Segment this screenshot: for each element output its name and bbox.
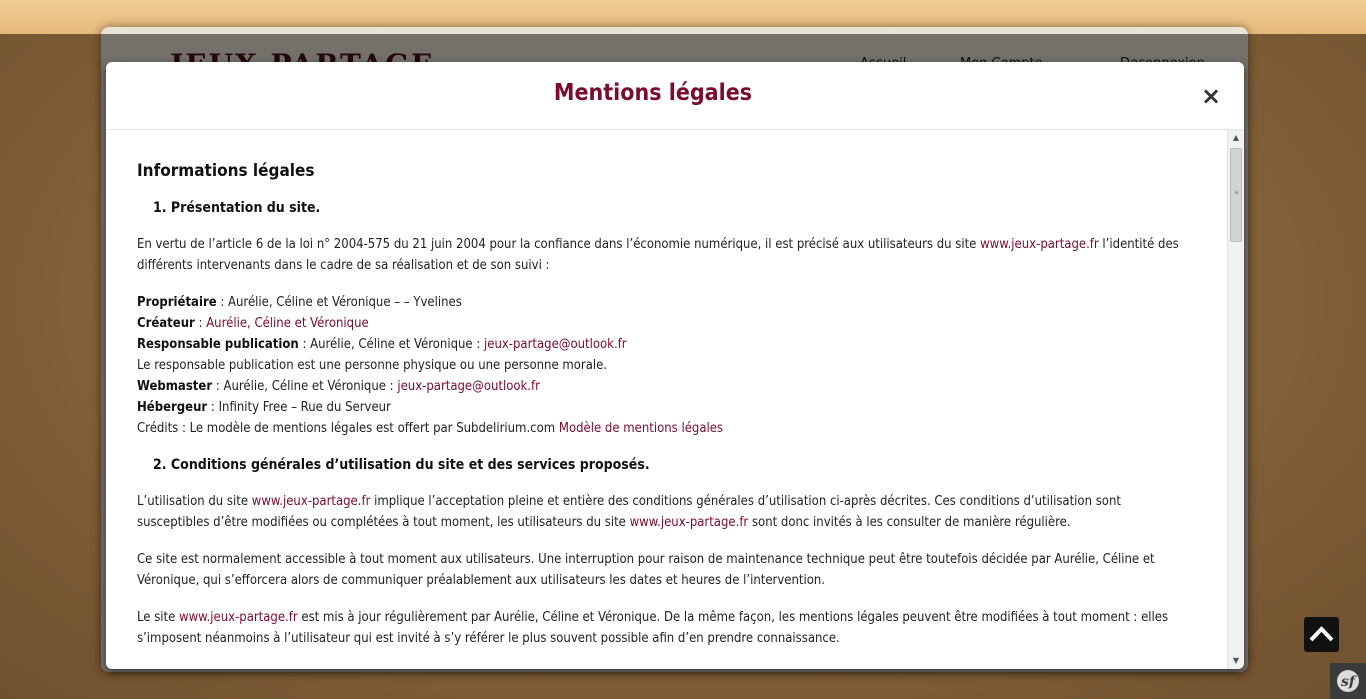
legal-modal: Mentions légales × Informations légales … [106,62,1244,669]
credits-text: Crédits : Le modèle de mentions légales … [137,421,559,436]
proprietaire-label: Propriétaire [137,295,217,310]
legal-heading: Informations légales [137,161,315,181]
proprietaire-value: : Aurélie, Céline et Véronique – – Yveli… [216,295,462,310]
modal-body[interactable]: Informations légales 1. Présentation du … [106,130,1228,669]
hebergeur-value: : Infinity Free – Rue du Serveur [207,400,391,415]
site-link[interactable]: www.jeux-partage.fr [630,515,749,530]
createur-sep: : [194,316,207,331]
back-to-top-button[interactable] [1304,617,1339,652]
legal-content: Informations légales 1. Présentation du … [106,130,1228,649]
credits-link[interactable]: Modèle de mentions légales [559,421,723,436]
webmaster-value: : Aurélie, Céline et Véronique : [212,379,398,394]
text-span: sont donc invités à les consulter de man… [748,515,1071,530]
modal-scrollbar[interactable]: ▲ ≡ ▼ [1227,130,1244,669]
section-title-presentation: 1. Présentation du site. [153,200,321,216]
modal-title: Mentions légales [553,80,753,106]
intro-paragraph: En vertu de l’article 6 de la loi n° 200… [137,234,1196,276]
scroll-up-arrow-icon[interactable]: ▲ [1228,130,1244,146]
grip-icon: ≡ [1234,189,1240,196]
chevron-up-icon [1309,626,1334,642]
responsable-label: Responsable publication [137,337,299,352]
responsable-note: Le responsable publication est une perso… [137,358,608,373]
site-link[interactable]: www.jeux-partage.fr [252,494,371,509]
section-title-conditions: 2. Conditions générales d’utilisation du… [153,457,650,473]
webmaster-label: Webmaster [137,379,213,394]
hebergeur-label: Hébergeur [137,400,208,415]
symfony-toolbar-toggle[interactable]: sf [1330,663,1366,699]
responsable-value: : Aurélie, Céline et Véronique : [298,337,484,352]
conditions-paragraph-2: Ce site est normalement accessible à tou… [137,552,1155,588]
createur-label: Créateur [137,316,195,331]
site-link[interactable]: www.jeux-partage.fr [179,610,298,625]
responsable-email-link[interactable]: jeux-partage@outlook.fr [484,337,627,352]
intervenants-block: Propriétaire : Aurélie, Céline et Véroni… [137,292,1196,439]
site-link[interactable]: www.jeux-partage.fr [980,237,1099,252]
modal-header: Mentions légales × [106,62,1244,130]
createur-link[interactable]: Aurélie, Céline et Véronique [206,316,369,331]
scroll-down-arrow-icon[interactable]: ▼ [1228,653,1244,669]
scroll-thumb[interactable]: ≡ [1230,148,1242,242]
text-span: L’utilisation du site [137,494,252,509]
text-span: Le site [137,610,180,625]
webmaster-email-link[interactable]: jeux-partage@outlook.fr [397,379,540,394]
conditions-paragraph-1: L’utilisation du site www.jeux-partage.f… [137,491,1196,533]
symfony-icon: sf [1337,670,1359,692]
conditions-paragraph-3: Le site www.jeux-partage.fr est mis à jo… [137,607,1196,649]
close-icon[interactable]: × [1200,84,1222,108]
intro-text: En vertu de l’article 6 de la loi n° 200… [137,237,981,252]
